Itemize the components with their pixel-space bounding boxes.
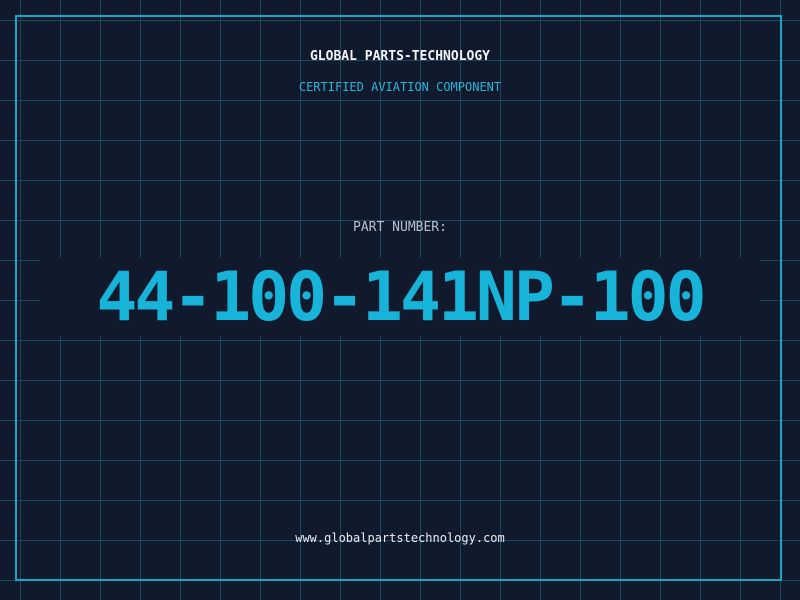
company-name: GLOBAL PARTS-TECHNOLOGY (309, 49, 490, 64)
certification-subtitle: CERTIFIED AVIATION COMPONENT (298, 80, 502, 94)
part-card: GLOBAL PARTS-TECHNOLOGY CERTIFIED AVIATI… (0, 0, 800, 600)
part-number-value: 44-100-141NP-100 (96, 258, 706, 337)
part-number-label: PART NUMBER: (353, 220, 447, 235)
website-url: www.globalpartstechnology.com (295, 531, 505, 545)
